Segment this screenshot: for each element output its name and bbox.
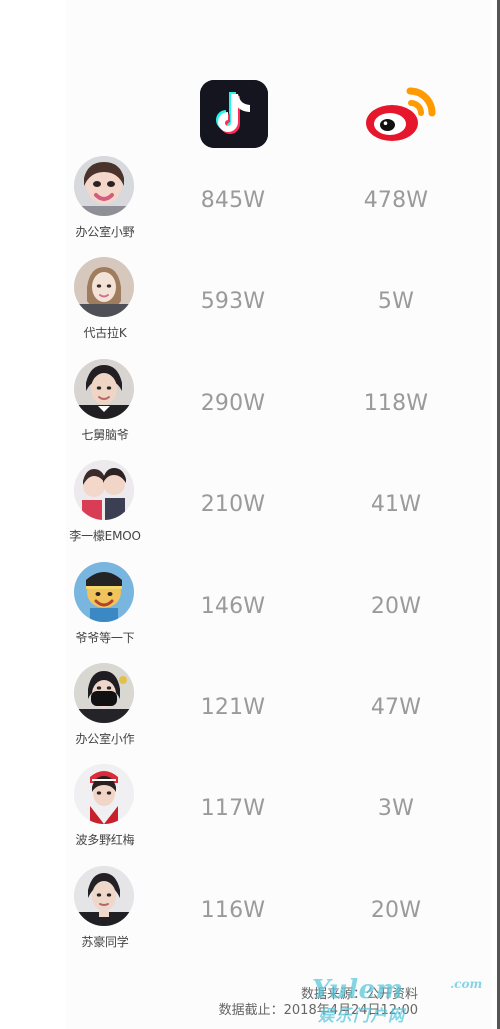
- avatar-icon: [74, 359, 134, 419]
- weibo-followers: 5W: [377, 289, 415, 314]
- douyin-tiktok-icon: [200, 80, 268, 148]
- douyin-followers: 146W: [200, 594, 266, 619]
- creator-name: 办公室小作: [75, 732, 135, 746]
- creator-row: 苏豪同学 116W 20W: [0, 859, 500, 960]
- avatar-icon: [74, 764, 134, 824]
- weibo-followers: 20W: [370, 594, 422, 619]
- creator-name: 七舅脑爷: [81, 428, 129, 442]
- creator-row: 办公室小野 845W 478W: [0, 149, 500, 250]
- douyin-followers: 593W: [200, 289, 266, 314]
- creator-name: 代古拉K: [83, 326, 127, 340]
- weibo-followers: 20W: [370, 898, 422, 923]
- creator-name: 波多野红梅: [75, 833, 135, 847]
- weibo-followers: 47W: [370, 695, 422, 720]
- creator-row: 七舅脑爷 290W 118W: [0, 352, 500, 453]
- douyin-followers: 290W: [200, 391, 266, 416]
- avatar-icon: [74, 866, 134, 926]
- weibo-followers: 41W: [370, 492, 422, 517]
- avatar-icon: [74, 562, 134, 622]
- douyin-followers: 121W: [200, 695, 266, 720]
- avatar-icon: [74, 460, 134, 520]
- creator-row: 波多野红梅 117W 3W: [0, 757, 500, 858]
- douyin-followers: 117W: [200, 796, 266, 821]
- data-cutoff-note: 数据截止：2018年4月24日12:00: [218, 1003, 418, 1018]
- douyin-followers: 210W: [200, 492, 266, 517]
- creator-row: 爷爷等一下 146W 20W: [0, 555, 500, 656]
- creator-name: 办公室小野: [75, 225, 135, 239]
- creator-row: 代古拉K 593W 5W: [0, 250, 500, 351]
- creator-row: 办公室小作 121W 47W: [0, 656, 500, 757]
- creator-row: 李一檬EMOO 210W 41W: [0, 453, 500, 554]
- creator-name: 李一檬EMOO: [69, 529, 141, 543]
- avatar-icon: [74, 156, 134, 216]
- avatar-icon: [74, 663, 134, 723]
- weibo-followers: 3W: [377, 796, 415, 821]
- weibo-followers: 478W: [363, 188, 429, 213]
- creator-name: 爷爷等一下: [75, 631, 135, 645]
- creator-name: 苏豪同学: [81, 935, 129, 949]
- douyin-followers: 845W: [200, 188, 266, 213]
- weibo-icon: [362, 80, 442, 148]
- avatar-icon: [74, 257, 134, 317]
- weibo-followers: 118W: [363, 391, 429, 416]
- douyin-followers: 116W: [200, 898, 266, 923]
